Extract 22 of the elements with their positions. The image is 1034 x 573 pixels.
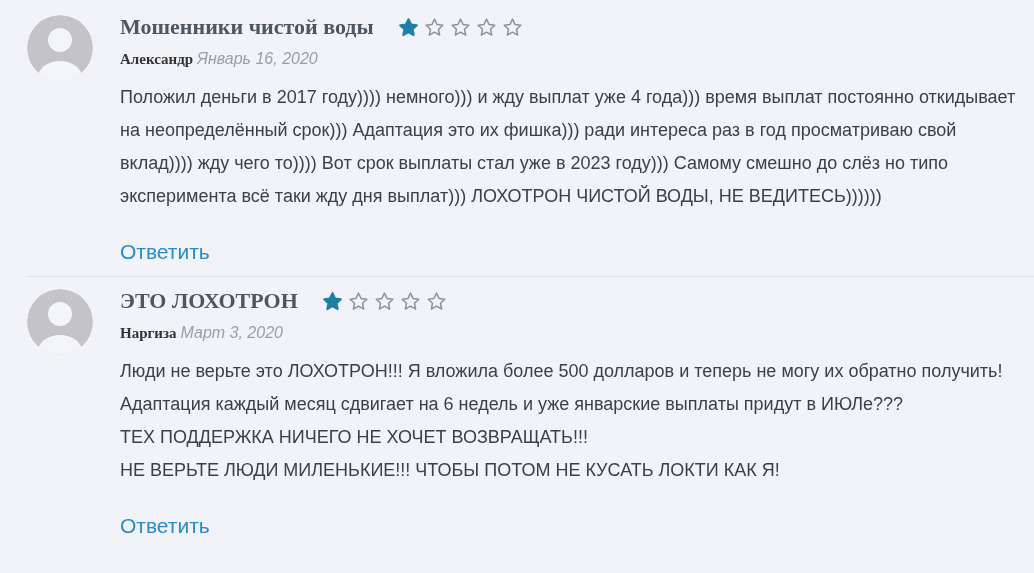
filled-star-icon bbox=[397, 16, 419, 38]
review-date: Январь 16, 2020 bbox=[197, 49, 318, 70]
author-name: Александр bbox=[120, 50, 194, 70]
empty-star-icon bbox=[449, 16, 471, 38]
avatar-icon bbox=[27, 289, 93, 356]
author-name: Наргиза bbox=[120, 324, 177, 344]
avatar-icon bbox=[27, 15, 93, 81]
review-title: Мошенники чистой воды bbox=[120, 15, 374, 40]
empty-star-icon bbox=[347, 290, 369, 312]
review-text: Положил деньги в 2017 году)))) немного))) и жду выплат уже 4 года))) время выплат постоянно откидывает на неопределённый срок))) Адаптация это их фишка))) ради интереса раз в год просматриваю свой вклад)))) жду чего то)))) Вот срок выплаты стал уже в 2023 году))) Самому смешно до слёз но типо эксперимента всё таки жду дня выплат))) ЛОХОТРОН ЧИСТОЙ ВОДЫ, НЕ ВЕДИТЕСЬ)))))) bbox=[120, 86, 1017, 209]
review-text: Люди не верьте это ЛОХОТРОН!!! Я вложила более 500 долларов и теперь не могу их обратно получить! Адаптация каждый месяц сдвигает на 6 недель и уже январские выплаты придут в ИЮЛе??? ТЕХ ПОДДЕРЖКА НИЧЕГО НЕ ХОЧЕТ ВОЗВРАЩАТЬ!!! НЕ ВЕРЬТЕ ЛЮДИ МИЛЕНЬКИЕ!!! ЧТОБЫ ПОТОМ НЕ КУСАТЬ ЛОКТИ КАК Я! bbox=[120, 360, 1004, 483]
empty-star-icon bbox=[373, 290, 395, 312]
empty-star-icon bbox=[475, 16, 497, 38]
empty-star-icon bbox=[423, 16, 445, 38]
empty-star-icon bbox=[501, 16, 523, 38]
reply-link[interactable]: Ответить bbox=[120, 239, 210, 266]
review-date: Март 3, 2020 bbox=[180, 323, 283, 344]
empty-star-icon bbox=[425, 290, 447, 312]
review-title: ЭТО ЛОХОТРОН bbox=[120, 289, 298, 314]
empty-star-icon bbox=[399, 290, 421, 312]
reply-link[interactable]: Ответить bbox=[120, 513, 210, 540]
filled-star-icon bbox=[321, 290, 343, 312]
